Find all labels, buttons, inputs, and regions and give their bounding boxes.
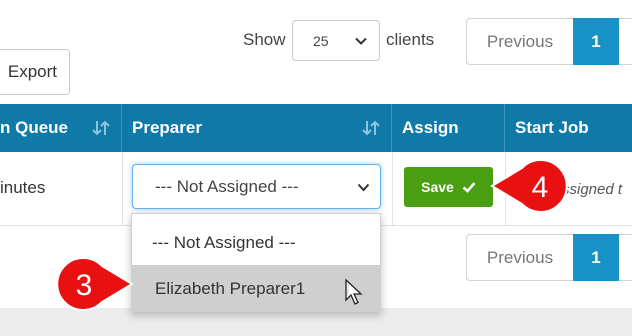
cell-divider [122, 152, 123, 226]
pagination-spacer [619, 234, 632, 281]
step-3-number: 3 [76, 269, 93, 302]
show-label: Show [243, 30, 286, 49]
page-number-button[interactable]: 1 [573, 18, 619, 65]
column-header-assign: Assign [392, 104, 505, 152]
save-button-label: Save [421, 179, 454, 195]
page-size-value: 25 [313, 32, 329, 49]
preparer-select[interactable]: --- Not Assigned --- [132, 164, 381, 209]
chevron-down-icon [357, 183, 370, 192]
column-header-preparer-label: Preparer [132, 118, 202, 137]
pagination-spacer [619, 18, 632, 65]
step-4-number: 4 [532, 171, 549, 204]
step-3-callout: 3 [56, 257, 134, 311]
sort-icon[interactable] [91, 118, 111, 138]
column-header-start-job: Start Job [515, 118, 589, 137]
column-header-preparer[interactable]: Preparer [122, 104, 392, 152]
step-4-callout: 4 [490, 159, 568, 213]
pagination-top: Previous 1 [466, 18, 632, 65]
chevron-down-icon [355, 37, 367, 45]
pagination-bottom: Previous 1 [466, 234, 632, 281]
column-header-queue-label: n Queue [0, 118, 69, 137]
dropdown-option-not-assigned[interactable]: --- Not Assigned --- [132, 219, 380, 267]
page-size-select[interactable]: 25 [292, 20, 380, 61]
mouse-pointer-icon [345, 278, 363, 305]
previous-page-button[interactable]: Previous [466, 234, 573, 281]
sort-icon[interactable] [361, 118, 381, 138]
checkmark-icon [462, 182, 476, 193]
export-button[interactable]: Export [0, 49, 70, 95]
previous-page-button[interactable]: Previous [466, 18, 573, 65]
queue-time-cell: inutes [0, 178, 46, 197]
save-button[interactable]: Save [404, 167, 493, 207]
page-number-button[interactable]: 1 [573, 234, 619, 281]
cell-divider [392, 152, 393, 226]
clients-label: clients [386, 30, 435, 49]
column-header-queue[interactable]: n Queue [0, 104, 122, 152]
preparer-selected-value: --- Not Assigned --- [155, 176, 299, 196]
dropdown-option-elizabeth-preparer1[interactable]: Elizabeth Preparer1 [132, 265, 380, 312]
